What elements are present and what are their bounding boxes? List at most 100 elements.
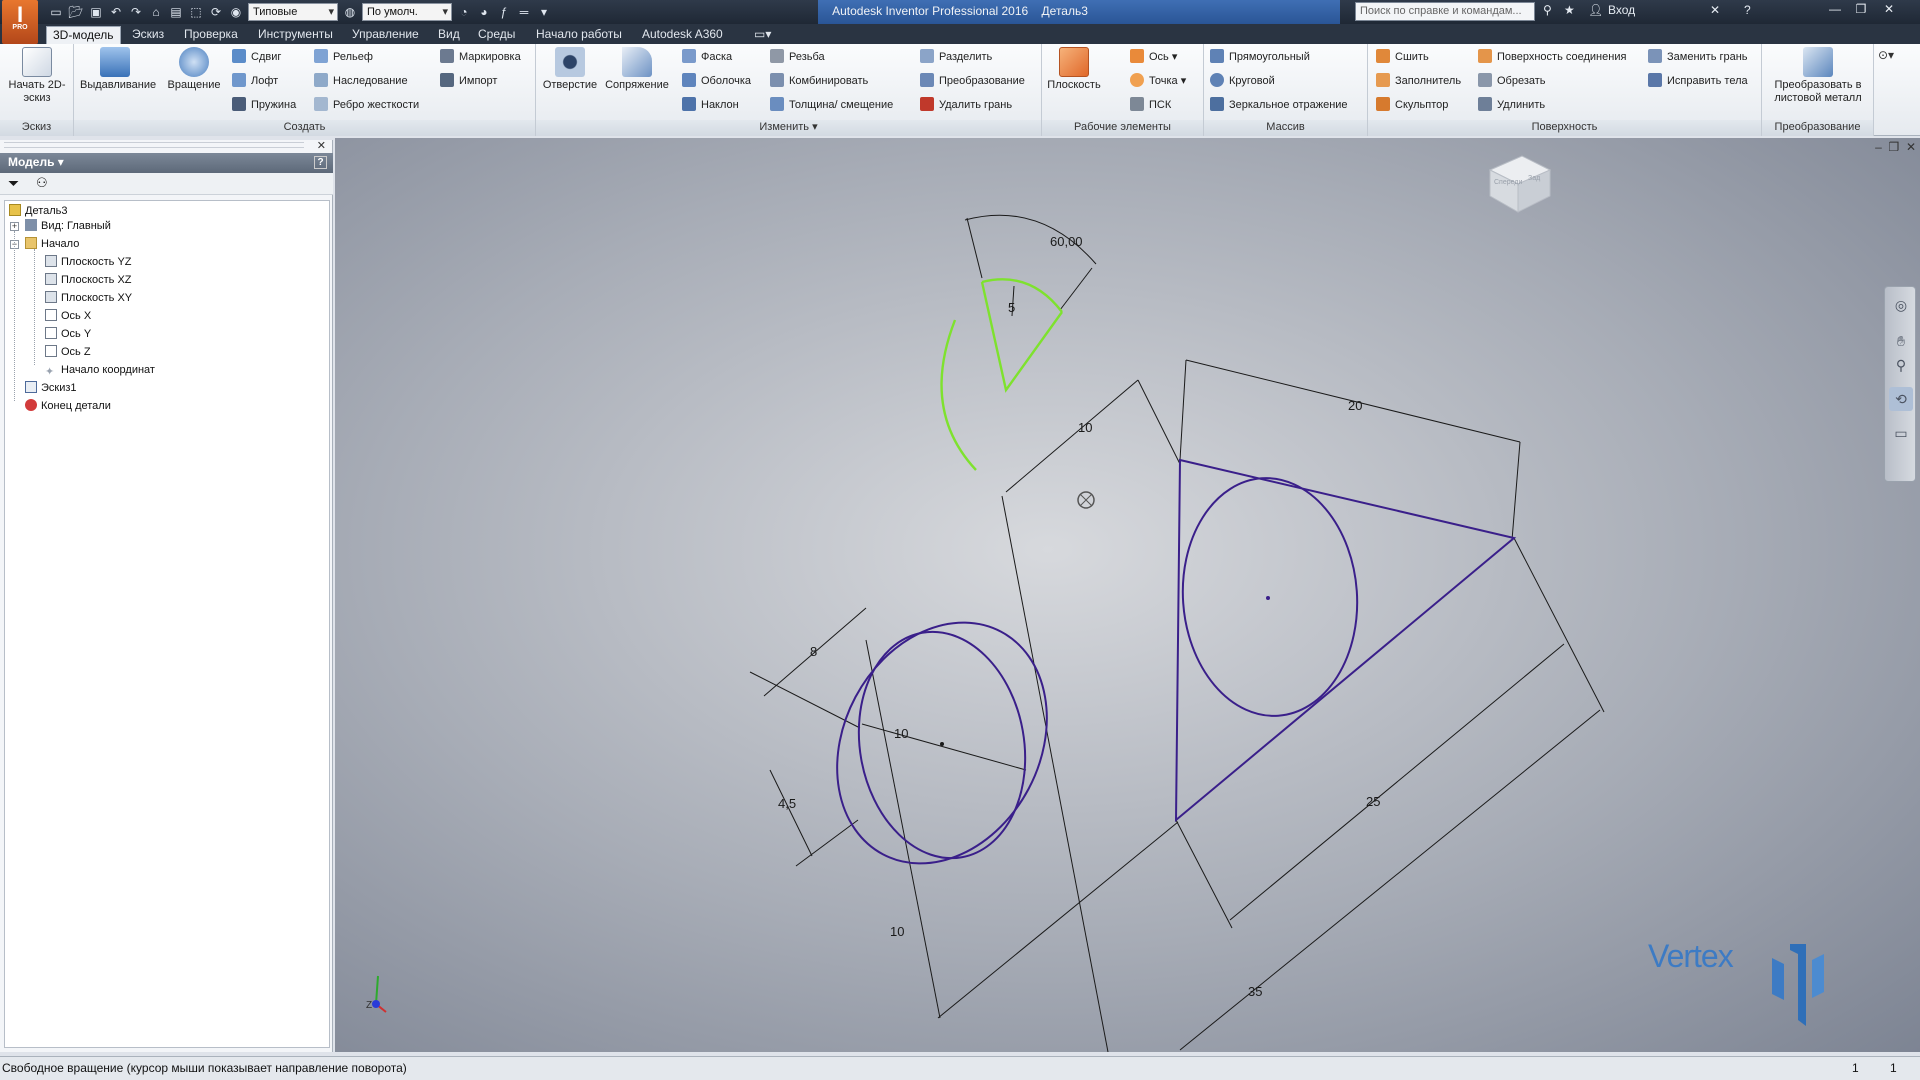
exchange-icon[interactable]: ✕ xyxy=(1710,3,1720,17)
dim-radius-label[interactable]: 5 xyxy=(1008,300,1015,315)
orbit-icon[interactable]: ⟲ xyxy=(1889,387,1913,411)
graphics-window[interactable]: ‒ ❐ ✕ 60,00 5 10 20 25 35 8 10 4,5 10 Z … xyxy=(335,138,1920,1052)
app-menu-button[interactable]: I PRO xyxy=(2,0,38,44)
sign-in-link[interactable]: Вход xyxy=(1608,3,1635,17)
extrude-button[interactable]: Выдавливание xyxy=(80,47,156,92)
zoom-icon[interactable]: ⚲ xyxy=(1889,353,1913,377)
adjust-icon[interactable]: ◕ xyxy=(476,5,492,19)
thread-button[interactable]: Резьба xyxy=(770,47,825,67)
dim-10-center-label[interactable]: 10 xyxy=(894,726,908,741)
tab-environments[interactable]: Среды xyxy=(472,26,521,44)
tree-node-end-of-part[interactable]: Конец детали xyxy=(25,398,111,414)
tab-sketch[interactable]: Эскиз xyxy=(126,26,170,44)
appearance-combo[interactable]: Типовые xyxy=(248,3,338,21)
tree-node-sketch1[interactable]: Эскиз1 xyxy=(25,380,77,396)
axis-button[interactable]: Ось ▾ xyxy=(1130,47,1177,67)
dim-4-5-label[interactable]: 4,5 xyxy=(778,796,796,811)
rib-button[interactable]: Ребро жесткости xyxy=(314,95,419,115)
restore-button[interactable]: ❐ xyxy=(1848,1,1874,19)
sketch-inscribed-circle[interactable] xyxy=(1175,472,1365,722)
start-sketch-button[interactable]: Начать 2D-эскиз xyxy=(6,47,68,105)
tree-node-axis-z[interactable]: Ось Z xyxy=(45,344,91,360)
fx-icon[interactable]: ƒ xyxy=(496,5,512,19)
convert-sheet-metal-button[interactable]: Преобразовать в листовой металл xyxy=(1766,47,1870,105)
draft-button[interactable]: Наклон xyxy=(682,95,739,115)
combine-button[interactable]: Комбинировать xyxy=(770,71,868,91)
home-icon[interactable]: ⌂ xyxy=(148,5,164,19)
user-icon[interactable]: 👤︎ xyxy=(1588,3,1603,17)
stitch-button[interactable]: Сшить xyxy=(1376,47,1429,67)
dim-10-top-label[interactable]: 10 xyxy=(1078,420,1092,435)
dim-8-label[interactable]: 8 xyxy=(810,644,817,659)
extend-button[interactable]: Удлинить xyxy=(1478,95,1545,115)
repair-bodies-button[interactable]: Исправить тела xyxy=(1648,71,1748,91)
hole-button[interactable]: Отверстие xyxy=(540,47,600,92)
filter-icon[interactable]: ⏷ xyxy=(8,175,19,192)
tab-inspect[interactable]: Проверка xyxy=(178,26,244,44)
split-button[interactable]: Разделить xyxy=(920,47,992,67)
mirror-button[interactable]: Зеркальное отражение xyxy=(1210,95,1348,115)
viewcube[interactable]: Спереди Зад xyxy=(1482,150,1554,214)
minimize-button[interactable]: — xyxy=(1822,1,1848,19)
look-at-icon[interactable]: ▭ xyxy=(1889,421,1913,445)
sculpt-button[interactable]: Скульптор xyxy=(1376,95,1448,115)
tab-a360[interactable]: Autodesk A360 xyxy=(636,26,729,44)
fillet-button[interactable]: Сопряжение xyxy=(602,47,672,92)
tree-node-view[interactable]: Вид: Главный xyxy=(25,218,111,234)
pan-icon[interactable]: ✋︎ xyxy=(1889,329,1913,353)
chamfer-button[interactable]: Фаска xyxy=(682,47,732,67)
loft-button[interactable]: Лофт xyxy=(232,71,278,91)
replace-face-button[interactable]: Заменить грань xyxy=(1648,47,1748,67)
tree-node-axis-y[interactable]: Ось Y xyxy=(45,326,91,342)
delete-face-button[interactable]: Удалить грань xyxy=(920,95,1012,115)
material-combo[interactable]: По умолч. xyxy=(362,3,452,21)
sector-arc[interactable] xyxy=(981,278,1063,313)
tree-node-part[interactable]: Деталь3 xyxy=(9,203,68,219)
clear-appearance-icon[interactable]: ◔ xyxy=(456,5,472,19)
emboss-button[interactable]: Рельеф xyxy=(314,47,373,67)
direct-edit-button[interactable]: Преобразование xyxy=(920,71,1025,91)
tab-get-started[interactable]: Начало работы xyxy=(530,26,628,44)
modify-group-title[interactable]: Изменить ▾ xyxy=(536,120,1041,136)
tree-node-plane-xz[interactable]: Плоскость XZ xyxy=(45,272,132,288)
browser-help-icon[interactable]: ? xyxy=(314,156,327,169)
tree-node-plane-xy[interactable]: Плоскость XY xyxy=(45,290,132,306)
browser-close-icon[interactable]: ✕ xyxy=(317,139,326,152)
project-icon[interactable]: ▤ xyxy=(168,5,184,19)
patch-button[interactable]: Заполнитель xyxy=(1376,71,1461,91)
dim-angle-label[interactable]: 60,00 xyxy=(1050,234,1083,249)
thicken-button[interactable]: Толщина/ смещение xyxy=(770,95,893,115)
coil-button[interactable]: Пружина xyxy=(232,95,296,115)
close-button[interactable]: ✕ xyxy=(1876,1,1902,19)
ucs-button[interactable]: ПСК xyxy=(1130,95,1171,115)
redo-icon[interactable]: ↷ xyxy=(128,5,144,19)
select-icon[interactable]: ⬚ xyxy=(188,5,204,19)
dim-20-label[interactable]: 20 xyxy=(1348,398,1362,413)
revolve-button[interactable]: Вращение xyxy=(164,47,224,92)
new-file-icon[interactable]: ▭ xyxy=(48,5,64,19)
trim-button[interactable]: Обрезать xyxy=(1478,71,1546,91)
tree-node-plane-yz[interactable]: Плоскость YZ xyxy=(45,254,132,270)
favorites-icon[interactable]: ★ xyxy=(1564,3,1575,17)
sketch-canvas[interactable]: 60,00 5 10 20 25 35 8 10 4,5 10 Z xyxy=(335,138,1920,1052)
save-icon[interactable]: ▣ xyxy=(88,5,104,19)
tab-tools[interactable]: Инструменты xyxy=(252,26,339,44)
dim-10-bottom-label[interactable]: 10 xyxy=(890,924,904,939)
sketch-triangle[interactable] xyxy=(1174,458,1517,823)
point-button[interactable]: Точка ▾ xyxy=(1130,71,1186,91)
tree-node-axis-x[interactable]: Ось X xyxy=(45,308,91,324)
dim-35-label[interactable]: 35 xyxy=(1248,984,1262,999)
tree-node-center-point[interactable]: ✦ Начало координат xyxy=(45,362,155,378)
find-icon[interactable]: ⚇ xyxy=(36,175,48,191)
tab-view[interactable]: Вид xyxy=(432,26,466,44)
boundary-patch-button[interactable]: Поверхность соединения xyxy=(1478,47,1626,67)
tab-3d-model[interactable]: 3D-модель xyxy=(46,26,121,44)
browser-grip[interactable] xyxy=(4,142,304,148)
search-options-icon[interactable]: ⚲ xyxy=(1543,3,1552,17)
open-file-icon[interactable]: 📂︎ xyxy=(68,5,84,19)
undo-icon[interactable]: ↶ xyxy=(108,5,124,19)
dim-25-label[interactable]: 25 xyxy=(1366,794,1380,809)
material-icon[interactable]: ◍ xyxy=(342,5,358,19)
more-icon[interactable]: ▾ xyxy=(536,5,552,19)
tab-more-icon[interactable]: ▭▾ xyxy=(748,26,777,44)
